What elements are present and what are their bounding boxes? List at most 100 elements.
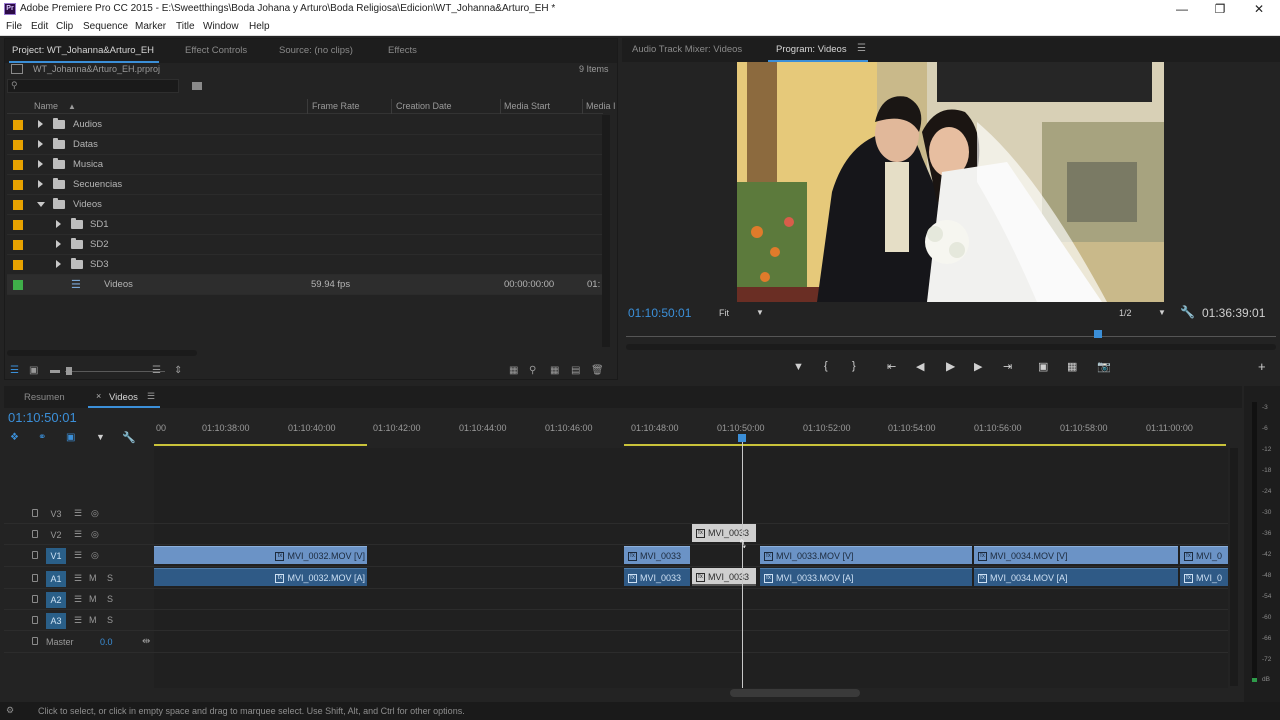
resolution-dropdown[interactable]: 1/2	[1119, 308, 1132, 318]
list-item[interactable]: Musica	[7, 155, 603, 175]
expand-triangle-icon[interactable]	[38, 160, 43, 168]
lock-icon[interactable]	[32, 637, 38, 645]
go-to-out-icon[interactable]: ⇥	[1003, 360, 1012, 373]
tab-effects[interactable]: Effects	[388, 45, 417, 56]
label-color-swatch[interactable]	[13, 180, 23, 190]
sync-lock-icon[interactable]: ☰	[74, 529, 82, 540]
chevron-down-icon[interactable]: ▼	[1158, 308, 1166, 317]
list-view-icon[interactable]: ☰	[10, 365, 19, 376]
new-item-icon[interactable]: ▤	[571, 365, 580, 376]
timeline-clip-a1[interactable]: fx MVI_0034.MOV [A]	[974, 568, 1178, 586]
mute-icon[interactable]: M	[89, 573, 97, 583]
track-name-v1[interactable]: V1	[46, 548, 66, 564]
timeline-clip-v1[interactable]: fx MVI_0033	[624, 546, 690, 564]
track-name-a3[interactable]: A3	[46, 613, 66, 629]
maximize-button[interactable]: ❐	[1201, 0, 1239, 19]
timeline-clip-v1[interactable]: fx MVI_0033.MOV [V]	[760, 546, 972, 564]
timeline-clip-v1[interactable]: fx MVI_0034.MOV [V]	[974, 546, 1178, 564]
button-editor-plus-icon[interactable]: +	[1258, 359, 1266, 374]
tab-project[interactable]: Project: WT_Johanna&Arturo_EH	[12, 45, 154, 56]
expand-triangle-icon[interactable]	[38, 140, 43, 148]
sync-lock-icon[interactable]: ☰	[74, 594, 82, 605]
minimize-button[interactable]: —	[1163, 0, 1201, 19]
expand-triangle-icon[interactable]	[56, 220, 61, 228]
list-item[interactable]: SD3	[7, 255, 603, 275]
mute-icon[interactable]: M	[89, 615, 97, 625]
program-current-timecode[interactable]: 01:10:50:01	[628, 306, 691, 320]
expand-triangle-icon[interactable]	[56, 260, 61, 268]
fit-dropdown[interactable]: Fit	[719, 308, 729, 318]
track-name-v2[interactable]: V2	[46, 527, 66, 543]
lock-icon[interactable]	[32, 509, 38, 517]
track-name-v3[interactable]: V3	[46, 506, 66, 522]
track-name-a2[interactable]: A2	[46, 592, 66, 608]
tab-effect-controls[interactable]: Effect Controls	[185, 45, 247, 56]
bin-icon[interactable]: ▦	[509, 365, 518, 376]
trash-icon[interactable]: 🗑	[591, 365, 604, 376]
menu-sequence[interactable]: Sequence	[83, 21, 128, 32]
list-item[interactable]: SD1	[7, 215, 603, 235]
col-media-start[interactable]: Media Start	[504, 101, 550, 111]
timeline-clip-v2-selected[interactable]: fx MVI_0033	[692, 524, 756, 542]
expand-triangle-icon[interactable]	[56, 240, 61, 248]
timeline-playhead-handle[interactable]	[738, 434, 746, 442]
tab-videos-sequence[interactable]: Videos	[109, 392, 138, 403]
label-color-swatch[interactable]	[13, 260, 23, 270]
program-zoom-scrollbar[interactable]	[626, 344, 1276, 350]
lock-icon[interactable]	[32, 616, 38, 624]
nest-icon[interactable]: ▣	[66, 432, 75, 443]
master-end-icon[interactable]: ⇹	[142, 636, 150, 647]
eye-icon[interactable]: ◎	[91, 508, 99, 519]
project-search-input[interactable]: ⚲	[7, 79, 179, 93]
icon-view-icon[interactable]: ▣	[29, 365, 38, 376]
horizontal-scrollbar[interactable]	[7, 350, 197, 356]
eye-icon[interactable]: ◎	[91, 529, 99, 540]
label-color-swatch[interactable]	[13, 160, 23, 170]
menu-file[interactable]: File	[6, 21, 22, 32]
solo-icon[interactable]: S	[107, 615, 113, 625]
timeline-playhead-line[interactable]	[742, 442, 743, 688]
close-icon[interactable]: ×	[96, 391, 101, 401]
menu-window[interactable]: Window	[203, 21, 239, 32]
col-name[interactable]: Name	[34, 101, 58, 111]
program-playhead[interactable]	[1094, 330, 1102, 338]
label-color-swatch[interactable]	[13, 220, 23, 230]
extract-icon[interactable]: ▦	[1067, 360, 1077, 373]
collapse-triangle-icon[interactable]	[37, 202, 45, 207]
sync-lock-icon[interactable]: ☰	[74, 550, 82, 561]
timeline-clip-a1[interactable]: fx MVI_0033.MOV [A]	[760, 568, 972, 586]
sync-lock-icon[interactable]: ☰	[74, 508, 82, 519]
label-color-swatch[interactable]	[13, 240, 23, 250]
list-item[interactable]: Videos	[7, 195, 603, 215]
automate-to-sequence-icon[interactable]: ⇕	[174, 365, 182, 376]
export-frame-icon[interactable]: 📷	[1097, 360, 1111, 373]
solo-icon[interactable]: S	[107, 573, 113, 583]
wrench-icon[interactable]: 🔧	[1180, 305, 1195, 319]
step-back-icon[interactable]: ◀	[916, 360, 924, 373]
col-media-end[interactable]: Media I	[586, 101, 616, 111]
list-item-sequence[interactable]: ☰ Videos 59.94 fps 00:00:00:00 01:	[7, 275, 603, 295]
label-color-swatch[interactable]	[13, 140, 23, 150]
tab-program[interactable]: Program: Videos	[776, 44, 847, 55]
sort-icons-icon[interactable]: ☰	[152, 365, 161, 376]
expand-triangle-icon[interactable]	[38, 180, 43, 188]
mark-out-icon[interactable]: }	[852, 360, 856, 372]
new-bin-icon[interactable]	[192, 82, 202, 90]
label-color-swatch[interactable]	[13, 120, 23, 130]
list-item[interactable]: Datas	[7, 135, 603, 155]
list-item[interactable]: Audios	[7, 115, 603, 135]
close-button[interactable]: ✕	[1240, 0, 1278, 19]
tab-resumen[interactable]: Resumen	[24, 392, 65, 403]
mark-in-icon[interactable]: {	[824, 360, 828, 372]
zoom-slider-handle[interactable]	[66, 367, 72, 375]
menu-clip[interactable]: Clip	[56, 21, 73, 32]
sync-lock-icon[interactable]: ☰	[74, 573, 82, 584]
vertical-scrollbar[interactable]	[602, 115, 610, 347]
new-bin-icon[interactable]: ▦	[550, 365, 559, 376]
label-color-swatch[interactable]	[13, 280, 23, 290]
timeline-horizontal-scrollbar[interactable]	[730, 689, 860, 697]
lock-icon[interactable]	[32, 595, 38, 603]
label-color-swatch[interactable]	[13, 200, 23, 210]
panel-menu-icon[interactable]: ☰	[147, 391, 155, 402]
linked-selection-icon[interactable]: ⚭	[38, 432, 46, 443]
